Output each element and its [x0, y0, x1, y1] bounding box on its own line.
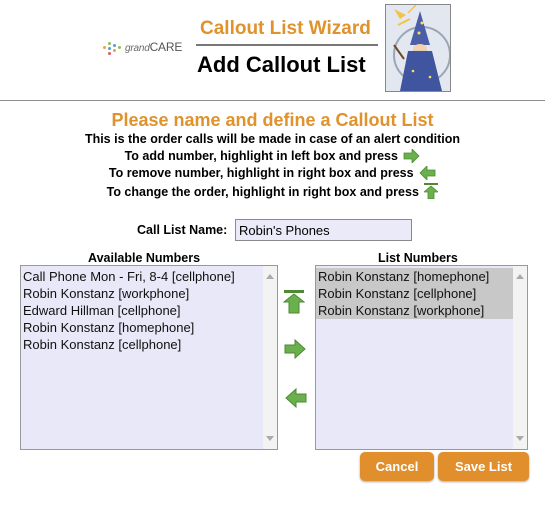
- available-number-option[interactable]: Robin Konstanz [homephone]: [21, 319, 263, 336]
- logo-dots-icon: [103, 42, 127, 55]
- available-number-option[interactable]: Edward Hillman [cellphone]: [21, 302, 263, 319]
- header: grandCARE Callout List Wizard Add Callou…: [0, 0, 545, 100]
- arrow-left-icon: [285, 387, 307, 409]
- scroll-up-icon[interactable]: [516, 274, 524, 279]
- grandcare-logo: grandCARE: [103, 40, 193, 56]
- arrow-right-icon: [404, 148, 421, 164]
- save-list-button[interactable]: Save List: [438, 452, 529, 481]
- scroll-up-icon[interactable]: [266, 274, 274, 279]
- available-numbers-scrollbar[interactable]: [263, 266, 277, 449]
- wizard-illustration: [385, 4, 451, 92]
- cancel-button[interactable]: Cancel: [360, 452, 434, 481]
- arrow-up-to-top-icon: [282, 290, 306, 314]
- page-title: Add Callout List: [197, 52, 366, 77]
- wizard-title: Callout List Wizard: [200, 18, 371, 39]
- arrow-right-icon: [284, 338, 306, 360]
- instruction-add: To add number, highlight in left box and…: [0, 148, 545, 164]
- section-subtitle: Please name and define a Callout List: [111, 110, 434, 130]
- available-numbers-listbox[interactable]: Call Phone Mon - Fri, 8-4 [cellphone] Ro…: [20, 265, 278, 450]
- list-number-option[interactable]: Robin Konstanz [workphone]: [316, 302, 513, 319]
- list-numbers-scrollbar[interactable]: [513, 266, 527, 449]
- list-number-option[interactable]: Robin Konstanz [cellphone]: [316, 285, 513, 302]
- call-list-name-input[interactable]: [235, 219, 412, 241]
- arrow-left-icon: [419, 165, 436, 181]
- instruction-order: This is the order calls will be made in …: [84, 132, 461, 146]
- remove-number-button[interactable]: [285, 387, 307, 410]
- logo-wordmark: grandCARE: [125, 40, 183, 54]
- list-number-option[interactable]: Robin Konstanz [homephone]: [316, 268, 513, 285]
- instruction-reorder: To change the order, highlight in right …: [0, 183, 545, 200]
- title-divider: [196, 44, 378, 46]
- available-number-option[interactable]: Robin Konstanz [workphone]: [21, 285, 263, 302]
- add-number-button[interactable]: [284, 338, 306, 361]
- available-numbers-label: Available Numbers: [88, 251, 201, 265]
- arrow-up-to-top-icon: [423, 183, 440, 200]
- list-numbers-label: List Numbers: [378, 251, 458, 265]
- available-number-option[interactable]: Robin Konstanz [cellphone]: [21, 336, 263, 353]
- header-divider: [0, 100, 545, 101]
- scroll-down-icon[interactable]: [516, 436, 524, 441]
- available-number-option[interactable]: Call Phone Mon - Fri, 8-4 [cellphone]: [21, 268, 263, 285]
- list-numbers-listbox[interactable]: Robin Konstanz [homephone] Robin Konstan…: [315, 265, 528, 450]
- move-to-top-button[interactable]: [282, 290, 306, 314]
- scroll-down-icon[interactable]: [266, 436, 274, 441]
- instruction-remove: To remove number, highlight in right box…: [0, 165, 545, 181]
- call-list-name-label: Call List Name:: [137, 223, 228, 237]
